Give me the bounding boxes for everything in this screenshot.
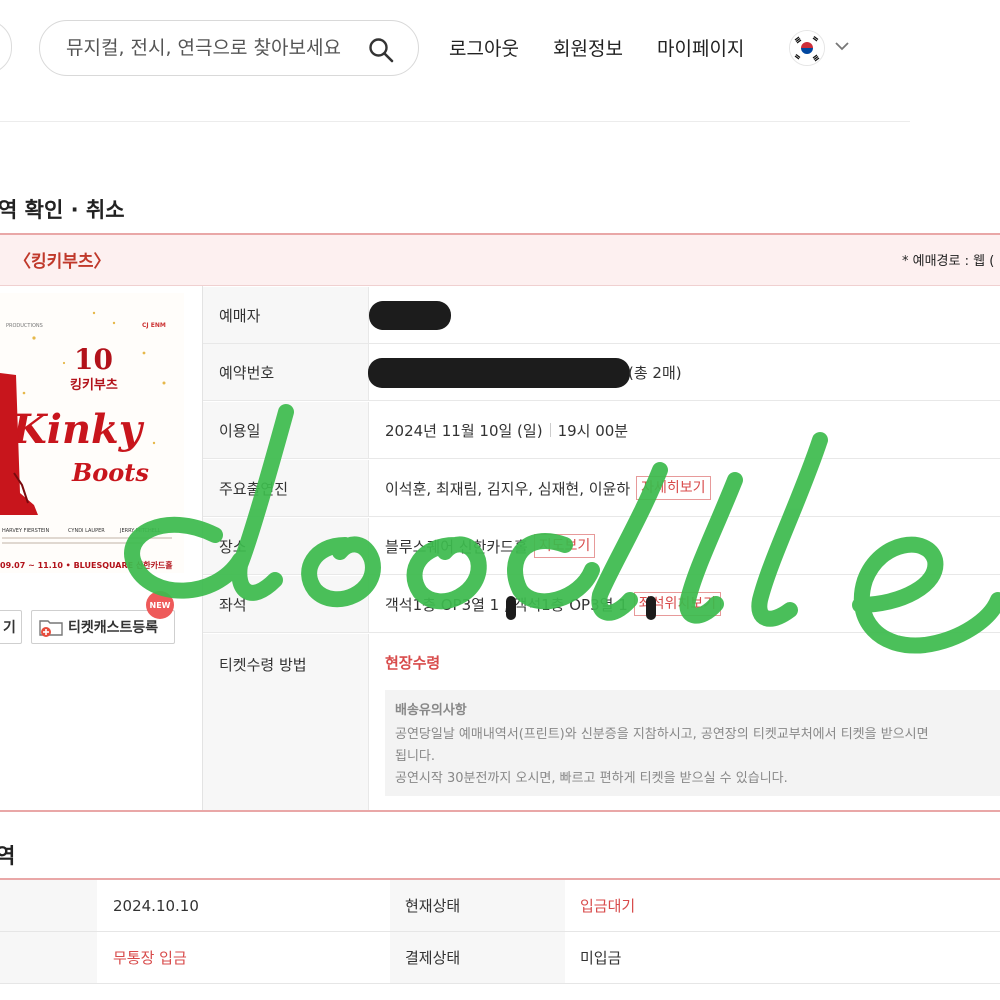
korea-flag-icon[interactable] (789, 30, 825, 66)
folder-add-icon (39, 620, 63, 637)
notice-line: 공연당일날 예매내역서(프린트)와 신분증을 지참하시고, 공연장의 티켓교부처… (395, 727, 929, 742)
payment-section-title: 역 (0, 844, 16, 868)
detail-row-booker: 예매자 (203, 287, 1000, 344)
cast-list: 이석훈, 최재림, 김지우, 심재현, 이윤하 (385, 479, 631, 498)
payment-status-value: 미입금 (580, 949, 622, 967)
row-label: 주요출연진 (203, 460, 369, 516)
poster-title-line2: Boots (71, 458, 149, 487)
search-input[interactable] (66, 35, 366, 61)
notice-title: 배송유의사항 (395, 703, 467, 718)
redaction-mark (646, 596, 656, 620)
detail-row-seat: 좌석 객석1층 OP3열 1 , 객석1층 OP3열 1 좌석위치보기 (203, 576, 1000, 633)
detail-row-cast: 주요출연진 이석훈, 최재림, 김지우, 심재현, 이윤하 자세히보기 (203, 460, 1000, 517)
poster-number: 10 (74, 343, 113, 376)
ticket-count: (총 2매) (628, 363, 682, 382)
logout-link[interactable]: 로그아웃 (449, 34, 519, 61)
poster-subtitle: 킹키부츠 (70, 378, 118, 393)
label-cell (0, 932, 97, 983)
cast-detail-button[interactable]: 자세히보기 (636, 476, 711, 500)
member-info-link[interactable]: 회원정보 (553, 34, 623, 61)
view-button-partial[interactable]: 기 (0, 610, 22, 644)
payment-row: 무통장 입금 결제상태 미입금 (0, 932, 1000, 984)
ticketcast-register-label: 티켓캐스트등록 (68, 620, 159, 636)
row-value: 객석1층 OP3열 1 , 객석1층 OP3열 1 좌석위치보기 (385, 576, 722, 632)
performance-date: 2024년 11월 10일 (일) (385, 421, 543, 440)
search-icon[interactable] (368, 37, 394, 63)
pickup-method: 현장수령 (385, 654, 441, 672)
row-label: 좌석 (203, 576, 369, 632)
row-value: 블루스퀘어 신한카드홀 지도보기 (385, 518, 596, 574)
current-status-value: 입금대기 (580, 897, 636, 915)
payment-status-label: 결제상태 (405, 949, 461, 967)
poster-credit-3: JERRY MITCHELL (119, 528, 161, 534)
row-label: 장소 (203, 518, 369, 574)
current-status-label: 현재상태 (405, 897, 461, 915)
row-value: 2024년 11월 10일 (일) 19시 00분 (385, 402, 628, 458)
row-value: 이석훈, 최재림, 김지우, 심재현, 이윤하 자세히보기 (385, 460, 711, 516)
row-label: 티켓수령 방법 (203, 634, 369, 810)
show-poster: PRODUCTIONS CJ ENM 10 킹키부츠 Kinky Boots H… (0, 293, 184, 573)
row-label: 이용일 (203, 402, 369, 458)
payment-method: 무통장 입금 (113, 949, 187, 967)
notice-line: 됩니다. (395, 749, 436, 764)
payment-row: 2024.10.10 현재상태 입금대기 (0, 880, 1000, 932)
separator (549, 423, 551, 437)
poster-title-line1: Kinky (11, 406, 145, 453)
mypage-link[interactable]: 마이페이지 (657, 34, 744, 61)
poster-brand: CJ ENM (142, 322, 166, 329)
poster-dates: 09.07 ~ 11.10 • BLUESQUARE 신한카드홀 (0, 560, 173, 570)
page-title: 역 확인 · 취소 (0, 198, 125, 222)
map-button[interactable]: 지도보기 (533, 534, 596, 558)
row-label: 예약번호 (203, 344, 369, 400)
detail-row-reservation-number: 예약번호 (총 2매) (203, 344, 1000, 401)
view-button-label: 기 (3, 620, 16, 636)
label-cell (0, 880, 97, 931)
booking-route: * 예매경로 : 웹 ( (902, 254, 995, 269)
detail-row-venue: 장소 블루스퀘어 신한카드홀 지도보기 (203, 518, 1000, 575)
poster-credit-2: CYNDI LAUPER (68, 528, 105, 534)
venue-name: 블루스퀘어 신한카드홀 (385, 537, 528, 556)
booking-panel-bottom-border (0, 810, 1000, 812)
chevron-down-icon[interactable] (834, 40, 850, 52)
new-badge: NEW (146, 591, 174, 619)
notice-line: 공연시작 30분전까지 오시면, 빠르고 편하게 티켓을 받으실 수 있습니다. (395, 771, 788, 786)
performance-time: 19시 00분 (557, 421, 629, 440)
row-label: 예매자 (203, 287, 369, 343)
poster-credit-1: HARVEY FIERSTEIN (2, 528, 49, 534)
payment-date: 2024.10.10 (113, 896, 199, 915)
svg-text:PRODUCTIONS: PRODUCTIONS (6, 323, 43, 329)
header-divider (0, 121, 910, 122)
redaction-mark (506, 596, 516, 620)
redaction-mark (369, 301, 451, 330)
redaction-mark (368, 358, 630, 388)
search-box[interactable] (39, 20, 419, 76)
booking-panel-header (0, 233, 1000, 286)
detail-row-date: 이용일 2024년 11월 10일 (일) 19시 00분 (203, 402, 1000, 459)
previous-button-partial[interactable] (0, 20, 12, 74)
show-title: 〈킹키부츠〉 (14, 252, 111, 272)
